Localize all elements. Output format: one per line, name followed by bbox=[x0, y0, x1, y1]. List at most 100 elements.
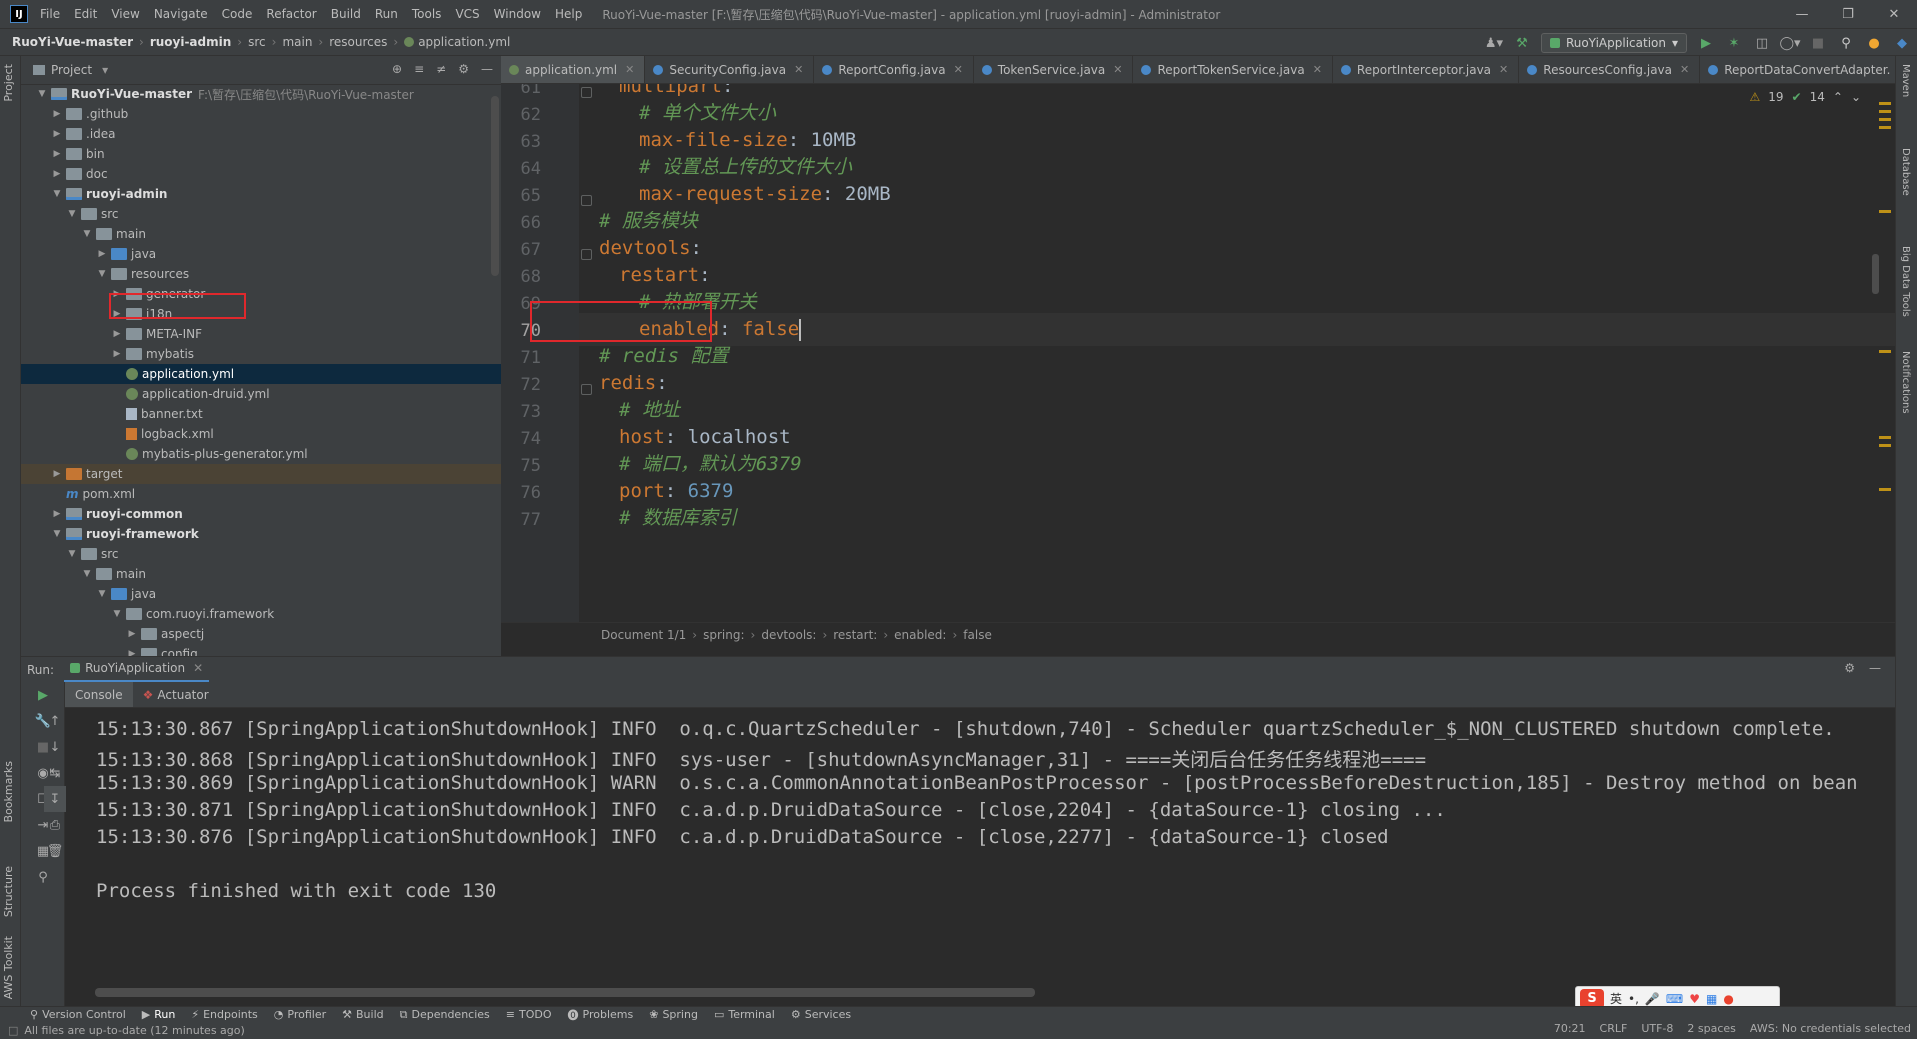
fold-toggle-icon[interactable] bbox=[581, 384, 592, 395]
tab-actuator[interactable]: ❖ Actuator bbox=[133, 682, 219, 707]
locate-icon[interactable]: ⊕ bbox=[392, 62, 402, 76]
close-icon[interactable]: ✕ bbox=[625, 63, 634, 76]
notifications-tool-button[interactable]: Notifications bbox=[1900, 351, 1911, 414]
editor-breadcrumb-item[interactable]: false bbox=[963, 628, 992, 642]
tree-node[interactable]: ▶ mybatis bbox=[21, 344, 501, 364]
chevron-right-icon[interactable]: ▶ bbox=[50, 469, 64, 479]
run-config-tab[interactable]: RuoYiApplication ✕ bbox=[64, 657, 210, 683]
editor-tab[interactable]: SecurityConfig.java ✕ bbox=[645, 56, 815, 83]
run-icon[interactable]: ▶ bbox=[1697, 34, 1715, 52]
search-icon[interactable]: ⚲ bbox=[1837, 34, 1855, 52]
breadcrumb-item[interactable]: application.yml bbox=[418, 35, 510, 49]
minimize-icon[interactable]: — bbox=[1779, 0, 1825, 28]
editor-breadcrumb-item[interactable]: devtools: bbox=[761, 628, 816, 642]
error-stripe-marker[interactable] bbox=[1879, 110, 1891, 113]
editor-breadcrumb-item[interactable]: enabled: bbox=[894, 628, 946, 642]
project-panel-title[interactable]: Project bbox=[51, 63, 92, 77]
chevron-right-icon[interactable]: ▶ bbox=[125, 629, 139, 639]
rerun-icon[interactable]: ▶ bbox=[21, 682, 65, 708]
breadcrumb-item[interactable]: main bbox=[282, 35, 312, 49]
gear-icon[interactable]: ⚙ bbox=[1844, 661, 1855, 675]
coverage-icon[interactable]: ◫ bbox=[1753, 34, 1771, 52]
tree-node[interactable]: ▼ main bbox=[21, 224, 501, 244]
editor-tab[interactable]: ReportConfig.java ✕ bbox=[814, 56, 974, 83]
chevron-up-icon[interactable]: ⌃ bbox=[1833, 90, 1843, 104]
tree-node[interactable]: ▼ resources bbox=[21, 264, 501, 284]
fold-toggle-icon[interactable] bbox=[581, 87, 592, 98]
bookmarks-tool-button[interactable]: Bookmarks bbox=[2, 761, 15, 822]
editor-tab[interactable]: ReportDataConvertAdapter.✕ bbox=[1700, 56, 1895, 83]
editor-tab[interactable]: ReportTokenService.java ✕ bbox=[1133, 56, 1333, 83]
console-output[interactable]: 15:13:30.867 [SpringApplicationShutdownH… bbox=[66, 708, 1895, 1006]
arrow-up-icon[interactable]: ↑ bbox=[44, 708, 66, 734]
tree-node[interactable]: ▶ target bbox=[21, 464, 501, 484]
editor-tab[interactable]: TokenService.java ✕ bbox=[974, 56, 1134, 83]
user-icon[interactable]: ♟▾ bbox=[1485, 34, 1503, 52]
menu-item-window[interactable]: Window bbox=[494, 7, 541, 21]
editor-breadcrumb-item[interactable]: spring: bbox=[703, 628, 744, 642]
tree-node[interactable]: m pom.xml bbox=[21, 484, 501, 504]
tree-node[interactable]: ▶ i18n bbox=[21, 304, 501, 324]
close-icon[interactable]: ✕ bbox=[954, 63, 963, 76]
error-stripe-marker[interactable] bbox=[1879, 436, 1891, 439]
trash-icon[interactable]: 🗑 bbox=[44, 838, 66, 864]
menu-item-run[interactable]: Run bbox=[375, 7, 398, 21]
code-editor[interactable]: 61 62 63 64 65 66 67 68 69 70 71 72 73 74 75 76 77 multi… bbox=[501, 84, 1895, 622]
debug-icon[interactable]: ✶ bbox=[1725, 34, 1743, 52]
toolbox-icon[interactable]: ▦ bbox=[1706, 992, 1717, 1006]
gear-icon[interactable]: ⚙ bbox=[458, 62, 469, 76]
fold-toggle-icon[interactable] bbox=[581, 249, 592, 260]
arrow-down-icon[interactable]: ↓ bbox=[44, 734, 66, 760]
menu-item-tools[interactable]: Tools bbox=[412, 7, 442, 21]
close-icon[interactable]: ✕ bbox=[1499, 63, 1508, 76]
close-icon[interactable]: ✕ bbox=[1313, 63, 1322, 76]
chevron-right-icon[interactable]: ▶ bbox=[50, 509, 64, 519]
menu-item-code[interactable]: Code bbox=[222, 7, 253, 21]
indent-setting[interactable]: 2 spaces bbox=[1687, 1022, 1736, 1035]
caret-position[interactable]: 70:21 bbox=[1554, 1022, 1586, 1035]
error-stripe-marker[interactable] bbox=[1879, 444, 1891, 447]
tree-node[interactable]: ▼ ruoyi-framework bbox=[21, 524, 501, 544]
close-icon[interactable]: ✕ bbox=[1680, 63, 1689, 76]
tree-node[interactable]: application-druid.yml bbox=[21, 384, 501, 404]
expand-all-icon[interactable]: ≡ bbox=[414, 62, 424, 76]
editor-breadcrumb-item[interactable]: Document 1/1 bbox=[601, 628, 686, 642]
menu-item-build[interactable]: Build bbox=[331, 7, 361, 21]
tree-node[interactable]: application.yml bbox=[21, 364, 501, 384]
chevron-down-icon[interactable]: ▼ bbox=[50, 189, 64, 199]
tool-window-profiler[interactable]: ◔ Profiler bbox=[274, 1008, 326, 1021]
console-horizontal-scrollbar[interactable] bbox=[95, 988, 1035, 997]
tree-node[interactable]: logback.xml bbox=[21, 424, 501, 444]
tree-node[interactable]: ▶ META-INF bbox=[21, 324, 501, 344]
editor-tab[interactable]: ReportInterceptor.java ✕ bbox=[1333, 56, 1520, 83]
code-line[interactable]: # 数据库索引 bbox=[619, 502, 737, 535]
chevron-down-icon[interactable]: ▼ bbox=[65, 209, 79, 219]
tool-window-run[interactable]: ▶ Run bbox=[142, 1008, 176, 1021]
tool-window-version-control[interactable]: ⚲ Version Control bbox=[30, 1008, 126, 1021]
fold-toggle-icon[interactable] bbox=[581, 195, 592, 206]
tree-node[interactable]: ▼ main bbox=[21, 564, 501, 584]
tree-node[interactable]: ▶ ruoyi-common bbox=[21, 504, 501, 524]
chevron-right-icon[interactable]: ▶ bbox=[95, 249, 109, 259]
breadcrumb-item[interactable]: ruoyi-admin bbox=[150, 35, 231, 49]
tree-node[interactable]: ▶ generator bbox=[21, 284, 501, 304]
error-stripe-marker[interactable] bbox=[1879, 210, 1891, 213]
project-tool-button[interactable]: Project bbox=[2, 64, 15, 102]
maven-tool-button[interactable]: Maven bbox=[1900, 64, 1911, 97]
chevron-down-icon[interactable]: ▼ bbox=[35, 89, 49, 99]
error-stripe-marker[interactable] bbox=[1879, 102, 1891, 105]
tree-node[interactable]: ▼ src bbox=[21, 544, 501, 564]
tree-node[interactable]: mybatis-plus-generator.yml bbox=[21, 444, 501, 464]
editor-tab[interactable]: application.yml ✕ bbox=[501, 56, 646, 83]
breadcrumb-item[interactable]: src bbox=[248, 35, 266, 49]
chevron-right-icon[interactable]: ▶ bbox=[110, 349, 124, 359]
tree-node[interactable]: ▼ java bbox=[21, 584, 501, 604]
error-stripe-marker[interactable] bbox=[1879, 350, 1891, 353]
tab-console[interactable]: Console bbox=[65, 682, 133, 707]
menu-item-vcs[interactable]: VCS bbox=[455, 7, 479, 21]
editor-scrollbar[interactable] bbox=[1872, 254, 1879, 294]
microphone-icon[interactable]: 🎤 bbox=[1645, 992, 1660, 1006]
status-message[interactable]: All files are up-to-date (12 minutes ago… bbox=[24, 1024, 244, 1037]
tool-window-spring[interactable]: ❀ Spring bbox=[649, 1008, 698, 1021]
close-icon[interactable]: ✕ bbox=[1113, 63, 1122, 76]
